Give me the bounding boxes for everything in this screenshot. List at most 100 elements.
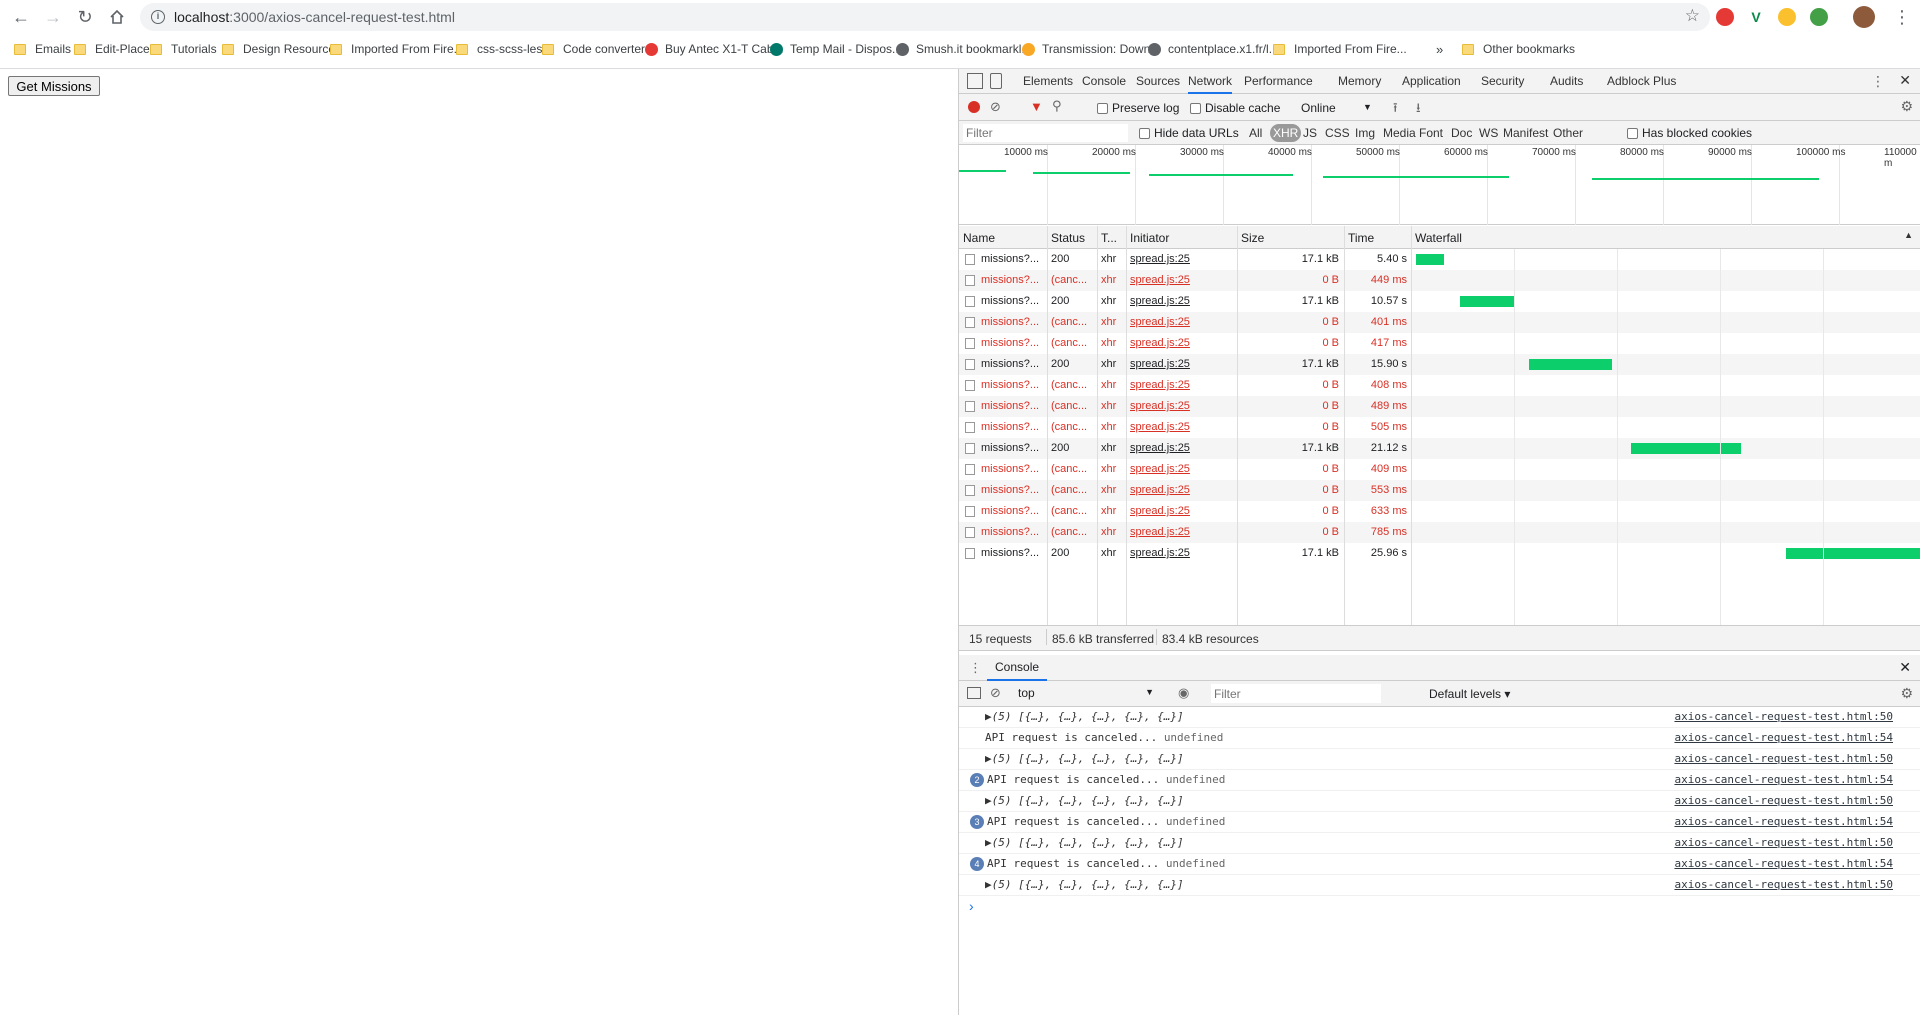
blocked-cookies-checkbox[interactable]: Has blocked cookies: [1627, 126, 1752, 140]
console-source-link[interactable]: axios-cancel-request-test.html:54: [1674, 770, 1893, 790]
request-initiator[interactable]: spread.js:25: [1130, 249, 1230, 270]
console-message[interactable]: API request is canceled... undefined axio…: [959, 728, 1920, 749]
forward-icon[interactable]: →: [41, 5, 65, 29]
info-icon[interactable]: i: [151, 10, 165, 24]
request-name[interactable]: missions?...: [981, 291, 1045, 312]
request-name[interactable]: missions?...: [981, 249, 1045, 270]
tab-security[interactable]: Security: [1481, 69, 1524, 94]
bookmark-item[interactable]: Imported From Fire...: [1273, 40, 1407, 58]
table-row[interactable]: missions?... (canc... xhr spread.js:25 0 B 41…: [959, 333, 1920, 354]
bookmark-item[interactable]: Temp Mail - Dispos...: [770, 40, 902, 58]
request-name[interactable]: missions?...: [981, 333, 1045, 354]
request-initiator[interactable]: spread.js:25: [1130, 459, 1230, 480]
console-settings-icon[interactable]: ⚙: [1900, 685, 1913, 702]
console-source-link[interactable]: axios-cancel-request-test.html:54: [1674, 728, 1893, 748]
console-source-link[interactable]: axios-cancel-request-test.html:50: [1674, 833, 1893, 853]
clear-icon[interactable]: ⊘: [990, 99, 1001, 115]
clear-console-icon[interactable]: ⊘: [990, 685, 1001, 701]
console-filter-input[interactable]: [1211, 684, 1381, 703]
console-message[interactable]: ▶(5) [{…}, {…}, {…}, {…}, {…}] axios-canc…: [959, 791, 1920, 812]
console-message[interactable]: 2 API request is canceled... undefined axi…: [959, 770, 1920, 791]
console-source-link[interactable]: axios-cancel-request-test.html:50: [1674, 791, 1893, 811]
type-filter-manifest[interactable]: Manifest: [1500, 124, 1551, 142]
bookmark-item[interactable]: Buy Antec X1-T Cab...: [645, 40, 784, 58]
console-message[interactable]: ▶(5) [{…}, {…}, {…}, {…}, {…}] axios-canc…: [959, 707, 1920, 728]
table-row[interactable]: missions?... (canc... xhr spread.js:25 0 B 48…: [959, 396, 1920, 417]
table-row[interactable]: missions?... (canc... xhr spread.js:25 0 B 44…: [959, 270, 1920, 291]
tab-network[interactable]: Network: [1188, 69, 1233, 94]
preserve-log-checkbox[interactable]: Preserve log: [1097, 101, 1179, 115]
request-initiator[interactable]: spread.js:25: [1130, 375, 1230, 396]
bookmark-item[interactable]: Code converters: [542, 40, 651, 58]
bookmark-item[interactable]: Edit-Place: [74, 40, 150, 58]
request-name[interactable]: missions?...: [981, 354, 1045, 375]
request-initiator[interactable]: spread.js:25: [1130, 354, 1230, 375]
column-header-time[interactable]: Time: [1348, 231, 1374, 245]
request-initiator[interactable]: spread.js:25: [1130, 396, 1230, 417]
address-bar[interactable]: i localhost:3000/axios-cancel-request-te…: [140, 3, 1710, 31]
drawer-menu-icon[interactable]: ⋮: [969, 660, 982, 676]
console-source-link[interactable]: axios-cancel-request-test.html:50: [1674, 749, 1893, 769]
request-initiator[interactable]: spread.js:25: [1130, 417, 1230, 438]
request-name[interactable]: missions?...: [981, 270, 1045, 291]
bookmarks-overflow-icon[interactable]: »: [1436, 40, 1443, 58]
export-har-icon[interactable]: ⭳: [1416, 99, 1421, 121]
bookmark-item[interactable]: Emails: [14, 40, 71, 58]
request-name[interactable]: missions?...: [981, 522, 1045, 543]
request-name[interactable]: missions?...: [981, 501, 1045, 522]
other-bookmarks[interactable]: Other bookmarks: [1462, 40, 1575, 58]
column-header-size[interactable]: Size: [1241, 231, 1264, 245]
type-filter-all[interactable]: All: [1246, 124, 1265, 142]
console-source-link[interactable]: axios-cancel-request-test.html:54: [1674, 854, 1893, 874]
tab-console[interactable]: Console: [1082, 69, 1126, 94]
console-message[interactable]: ▶(5) [{…}, {…}, {…}, {…}, {…}] axios-canc…: [959, 833, 1920, 854]
request-initiator[interactable]: spread.js:25: [1130, 270, 1230, 291]
tab-application[interactable]: Application: [1402, 69, 1461, 94]
tab-adblock-plus[interactable]: Adblock Plus: [1607, 69, 1676, 94]
close-drawer-icon[interactable]: ✕: [1899, 659, 1911, 676]
device-toolbar-icon[interactable]: [990, 73, 1002, 89]
bookmark-item[interactable]: css-scss-less: [456, 40, 548, 58]
log-levels-select[interactable]: Default levels ▾: [1429, 687, 1510, 701]
tab-memory[interactable]: Memory: [1338, 69, 1381, 94]
bookmark-item[interactable]: Tutorials: [150, 40, 217, 58]
request-initiator[interactable]: spread.js:25: [1130, 438, 1230, 459]
close-devtools-icon[interactable]: ✕: [1899, 72, 1911, 89]
table-row[interactable]: missions?... 200 xhr spread.js:25 17.1 kB 10.…: [959, 291, 1920, 312]
type-filter-xhr[interactable]: XHR: [1270, 124, 1302, 142]
console-message[interactable]: ▶(5) [{…}, {…}, {…}, {…}, {…}] axios-canc…: [959, 749, 1920, 770]
request-initiator[interactable]: spread.js:25: [1130, 333, 1230, 354]
reload-icon[interactable]: ↻: [73, 5, 97, 29]
request-name[interactable]: missions?...: [981, 459, 1045, 480]
disable-cache-checkbox[interactable]: Disable cache: [1190, 101, 1280, 115]
request-initiator[interactable]: spread.js:25: [1130, 522, 1230, 543]
type-filter-media[interactable]: Media: [1380, 124, 1419, 142]
inspect-element-icon[interactable]: [967, 73, 983, 89]
type-filter-js[interactable]: JS: [1300, 124, 1320, 142]
request-name[interactable]: missions?...: [981, 396, 1045, 417]
bookmark-item[interactable]: Smush.it bookmarkl...: [896, 40, 1031, 58]
console-message[interactable]: 4 API request is canceled... undefined axi…: [959, 854, 1920, 875]
console-prompt[interactable]: ›: [969, 898, 974, 914]
tab-audits[interactable]: Audits: [1550, 69, 1583, 94]
settings-gear-icon[interactable]: ⚙: [1900, 98, 1913, 115]
table-row[interactable]: missions?... (canc... xhr spread.js:25 0 B 63…: [959, 501, 1920, 522]
network-filter-input[interactable]: [963, 124, 1128, 142]
request-name[interactable]: missions?...: [981, 417, 1045, 438]
table-row[interactable]: missions?... (canc... xhr spread.js:25 0 B 50…: [959, 417, 1920, 438]
table-row[interactable]: missions?... (canc... xhr spread.js:25 0 B 40…: [959, 375, 1920, 396]
table-row[interactable]: missions?... 200 xhr spread.js:25 17.1 kB 21.…: [959, 438, 1920, 459]
hide-data-urls-checkbox[interactable]: Hide data URLs: [1139, 126, 1239, 140]
column-header-waterfall[interactable]: Waterfall: [1415, 231, 1462, 245]
extension-icon[interactable]: [1778, 8, 1796, 26]
bookmark-item[interactable]: contentplace.x1.fr/l...: [1148, 40, 1279, 58]
record-icon[interactable]: [968, 101, 980, 113]
console-source-link[interactable]: axios-cancel-request-test.html:50: [1674, 875, 1893, 895]
bookmark-item[interactable]: Design Resources: [222, 40, 341, 58]
request-initiator[interactable]: spread.js:25: [1130, 291, 1230, 312]
type-filter-other[interactable]: Other: [1550, 124, 1586, 142]
type-filter-font[interactable]: Font: [1416, 124, 1446, 142]
console-source-link[interactable]: axios-cancel-request-test.html:54: [1674, 812, 1893, 832]
bookmark-item[interactable]: Imported From Fire...: [330, 40, 464, 58]
table-row[interactable]: missions?... (canc... xhr spread.js:25 0 B 78…: [959, 522, 1920, 543]
